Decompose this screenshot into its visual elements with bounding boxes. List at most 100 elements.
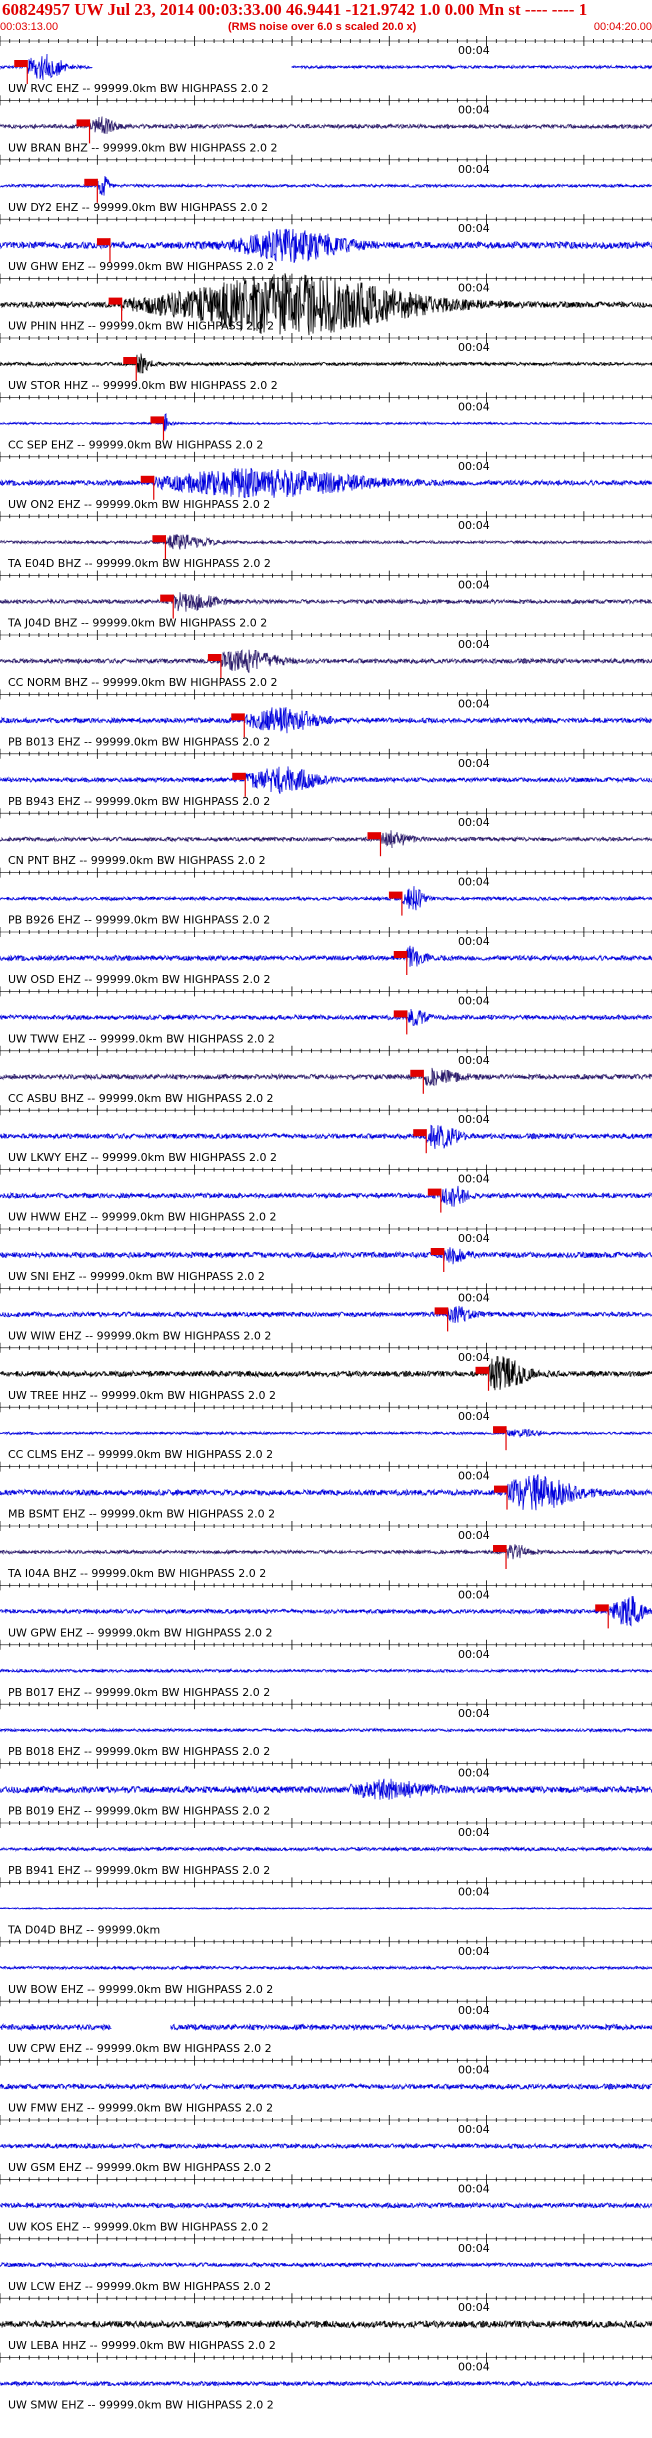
station-label: UW GHW EHZ -- 99999.0km BW HIGHPASS 2.0 … [8,260,274,273]
pick-flag [96,238,110,246]
waveform-trace [0,945,652,967]
station-label: PB B018 EHZ -- 99999.0km BW HIGHPASS 2.0… [8,1745,270,1758]
waveform-trace [0,649,652,673]
time-tick-label: 00:04 [458,1351,490,1364]
time-tick-label: 00:04 [458,103,490,116]
time-tick-label: 00:04 [458,1232,490,1245]
pick-flag [160,594,174,602]
time-tick-label: 00:04 [458,341,490,354]
time-tick-label: 00:04 [458,1885,490,1898]
pick-flag [150,416,164,424]
pick-flag [595,1604,609,1612]
time-tick-label: 00:04 [458,816,490,829]
time-tick-label: 00:04 [458,1945,490,1958]
waveform-trace [0,1247,652,1265]
station-label: UW PHIN HHZ -- 99999.0km BW HIGHPASS 2.0… [8,320,274,333]
header: 60824957 UW Jul 23, 2014 00:03:33.00 46.… [0,0,652,36]
time-tick-label: 00:04 [458,2182,490,2195]
time-tick-label: 00:04 [458,638,490,651]
seismogram-plot: 00:04 UW RVC EHZ -- 99999.0km BW HIGHPASS… [0,36,652,2412]
station-label: CC ASBU BHZ -- 99999.0km BW HIGHPASS 2.0… [8,1092,274,1105]
station-label: PB B941 EHZ -- 99999.0km BW HIGHPASS 2.0… [8,1864,270,1877]
time-tick-label: 00:04 [458,460,490,473]
waveform-trace [0,228,652,263]
station-label: UW CPW EHZ -- 99999.0km BW HIGHPASS 2.0 … [8,2042,272,2055]
pick-flag [393,1010,407,1018]
waveform-trace [0,2380,652,2388]
time-tick-label: 00:04 [458,1054,490,1067]
end-time: 00:04:20.00 [593,21,652,33]
station-label: UW LKWY EHZ -- 99999.0km BW HIGHPASS 2.0… [8,1151,277,1164]
station-label: UW LCW EHZ -- 99999.0km BW HIGHPASS 2.0 … [8,2280,271,2293]
waveform-trace [0,116,652,134]
pick-flag [410,1069,424,1077]
station-label: UW SMW EHZ -- 99999.0km BW HIGHPASS 2.0 … [8,2399,274,2412]
waveform-trace [0,1067,652,1087]
waveform-trace [0,1185,652,1207]
time-tick-label: 00:04 [458,876,490,889]
pick-flag [494,1485,508,1493]
station-label: UW GSM EHZ -- 99999.0km BW HIGHPASS 2.0 … [8,2161,271,2174]
time-tick-label: 00:04 [458,2242,490,2255]
waveform-trace [0,1356,652,1391]
station-label: CC NORM BHZ -- 99999.0km BW HIGHPASS 2.0… [8,676,277,689]
pick-flag [207,654,221,661]
station-label: TA J04D BHZ -- 99999.0km BW HIGHPASS 2.0… [7,617,267,630]
pick-flag [434,1307,448,1315]
waveform-trace [0,1008,652,1026]
waveform-trace [0,534,652,550]
station-label: CC SEP EHZ -- 99999.0km BW HIGHPASS 2.0 … [8,438,263,451]
station-label: UW GPW EHZ -- 99999.0km BW HIGHPASS 2.0 … [8,1626,272,1639]
time-tick-label: 00:04 [458,2361,490,2374]
station-label: TA D04D BHZ -- 99999.0km [7,1923,160,1936]
pick-flag [393,951,407,958]
pick-flag [76,119,90,127]
station-label: MB BSMT EHZ -- 99999.0km BW HIGHPASS 2.0… [8,1508,275,1521]
time-tick-label: 00:04 [458,935,490,948]
time-tick-label: 00:04 [458,519,490,532]
station-label: PB B017 EHZ -- 99999.0km BW HIGHPASS 2.0… [8,1686,270,1699]
station-label: PB B019 EHZ -- 99999.0km BW HIGHPASS 2.0… [8,1805,270,1818]
station-label: PB B943 EHZ -- 99999.0km BW HIGHPASS 2.0… [8,795,270,808]
station-label: CC CLMS EHZ -- 99999.0km BW HIGHPASS 2.0… [8,1448,273,1461]
time-tick-label: 00:04 [458,757,490,770]
time-tick-label: 00:04 [458,222,490,235]
time-tick-label: 00:04 [458,1470,490,1483]
station-label: UW HWW EHZ -- 99999.0km BW HIGHPASS 2.0 … [8,1211,276,1224]
waveform-trace [0,353,652,374]
pick-flag [108,297,122,305]
pick-flag [152,535,166,543]
waveform-trace [0,1964,652,1971]
waveform-trace [0,1906,652,1910]
pick-flag [140,475,154,483]
waveform-trace [0,1778,652,1800]
time-tick-label: 00:04 [458,400,490,413]
time-tick-label: 00:04 [458,1113,490,1126]
time-tick-label: 00:04 [458,994,490,1007]
waveform-trace [0,2023,652,2032]
station-label: TA I04A BHZ -- 99999.0km BW HIGHPASS 2.0… [7,1567,266,1580]
station-label: TA E04D BHZ -- 99999.0km BW HIGHPASS 2.0… [7,557,271,570]
station-label: PB B013 EHZ -- 99999.0km BW HIGHPASS 2.0… [8,735,270,748]
waveform-trace [0,592,652,612]
waveform-trace [0,1474,652,1511]
pick-flag [493,1545,507,1552]
station-label: UW DY2 EHZ -- 99999.0km BW HIGHPASS 2.0 … [8,201,268,214]
waveform-trace [0,413,652,432]
pick-flag [14,60,28,67]
waveform-trace [0,467,652,499]
time-tick-label: 00:04 [458,44,490,57]
waveform-trace [0,707,652,734]
waveform-trace [0,886,652,911]
time-tick-label: 00:04 [458,1529,490,1542]
station-label: UW FMW EHZ -- 99999.0km BW HIGHPASS 2.0 … [8,2102,273,2115]
station-label: UW OSD EHZ -- 99999.0km BW HIGHPASS 2.0 … [8,973,271,986]
time-tick-label: 00:04 [458,1648,490,1661]
station-label: PB B926 EHZ -- 99999.0km BW HIGHPASS 2.0… [8,914,270,927]
station-label: UW ON2 EHZ -- 99999.0km BW HIGHPASS 2.0 … [8,498,270,511]
station-label: UW BRAN BHZ -- 99999.0km BW HIGHPASS 2.0… [8,141,278,154]
station-label: UW RVC EHZ -- 99999.0km BW HIGHPASS 2.0 … [8,82,269,95]
time-tick-label: 00:04 [458,1410,490,1423]
station-label: UW LEBA HHZ -- 99999.0km BW HIGHPASS 2.0… [8,2339,276,2352]
time-tick-label: 00:04 [458,282,490,295]
